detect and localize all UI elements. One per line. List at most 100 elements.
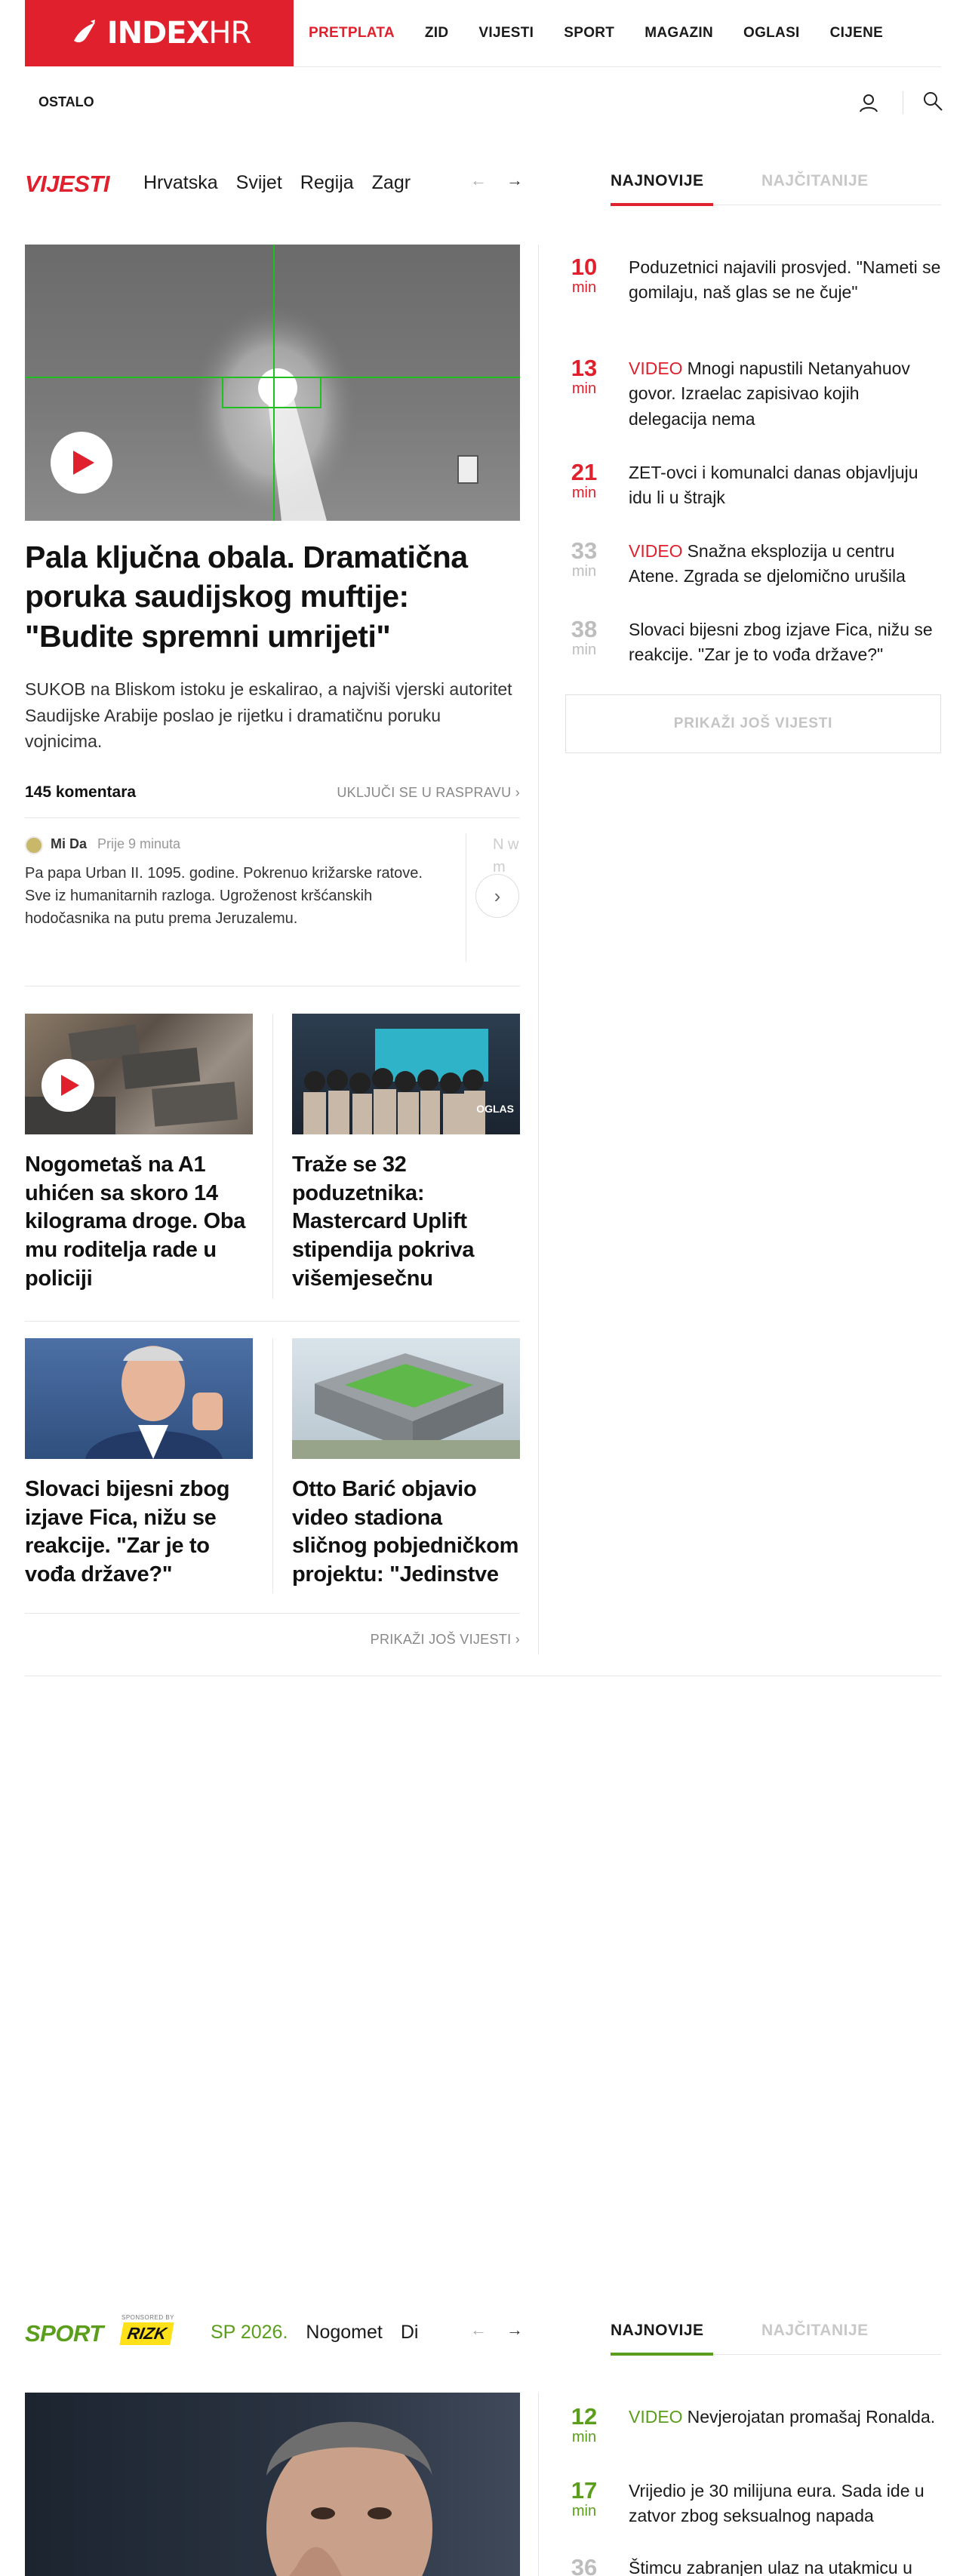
tab-regija[interactable]: Regija [300, 172, 354, 194]
card-separator [272, 1338, 273, 1593]
comment-text: Pa papa Urban II. 1095. godine. Pokrenuo… [25, 865, 423, 927]
main-article-title[interactable]: Pala ključna obala. Dramatična poruka sa… [25, 537, 520, 656]
minutes-ago: 36 [571, 2554, 598, 2576]
arrow-right-icon[interactable]: → [506, 171, 523, 190]
show-more-news-button[interactable]: PRIKAŽI JOŠ VIJESTI [565, 694, 941, 753]
minutes-ago: 33 [571, 537, 598, 564]
tab-najcitanije[interactable]: NAJČITANIJE [761, 172, 869, 190]
tab-sp-2026[interactable]: SP 2026. [211, 2322, 288, 2344]
user-icon[interactable] [857, 91, 880, 114]
divider [25, 1613, 520, 1614]
card-image [25, 1338, 253, 1459]
play-icon[interactable] [42, 1059, 94, 1112]
sport-list-tabs: NAJNOVIJE NAJČITANIJE [611, 2310, 941, 2356]
nav-magazin[interactable]: MAGAZIN [629, 25, 728, 42]
sub-navigation: OSTALO [25, 67, 944, 137]
video-label: VIDEO [629, 2407, 683, 2427]
tab-nogomet[interactable]: Nogomet [306, 2322, 382, 2344]
chevron-right-icon[interactable]: › [475, 874, 519, 918]
list-item-title: Slovaci bijesni zbog izjave Fica, nižu s… [629, 620, 933, 665]
list-item-title: ZET-ovci i komunalci danas objavljuju id… [629, 463, 918, 508]
main-article-image[interactable] [25, 245, 520, 521]
video-label: VIDEO [629, 359, 683, 378]
sport-section-header: SPORT SPONSORED BY RIZK SP 2026. Nogomet… [25, 2310, 941, 2356]
list-item-title: Poduzetnici najavili prosvjed. "Nameti s… [629, 257, 941, 303]
nav-vijesti[interactable]: VIJESTI [463, 25, 549, 42]
card-title[interactable]: Slovaci bijesni zbog izjave Fica, nižu s… [25, 1476, 253, 1590]
tab-najcitanije[interactable]: NAJČITANIJE [761, 2322, 869, 2340]
join-discussion-link[interactable]: UKLJUČI SE U RASPRAVU › [337, 785, 520, 801]
nav-sport[interactable]: SPORT [549, 25, 629, 42]
vijesti-section-title[interactable]: VIJESTI [25, 171, 109, 198]
sponsor-badge[interactable]: SPONSORED BY RIZK [119, 2314, 185, 2345]
tab-svijet[interactable]: Svijet [236, 172, 282, 194]
divider [25, 1321, 520, 1322]
list-item-title: Štimcu zabranjen ulaz na utakmicu u [629, 2558, 912, 2576]
tab-najnovije[interactable]: NAJNOVIJE [611, 2322, 704, 2340]
column-divider [538, 245, 539, 1654]
minutes-ago: 13 [571, 355, 598, 381]
card-image: OGLAS [292, 1014, 520, 1134]
arrow-left-icon[interactable]: ← [470, 171, 487, 190]
active-tab-indicator [611, 2353, 713, 2356]
chili-logo-icon [68, 17, 101, 50]
list-item-title: VIDEO Snažna eksplozija u centru Atene. Z… [629, 541, 906, 586]
list-item-title: VIDEO Mnogi napustili Netanyahuov govor. … [629, 359, 910, 429]
arrow-left-icon[interactable]: ← [470, 2320, 487, 2340]
comments-row: 145 komentara UKLJUČI SE U RASPRAVU › [25, 777, 520, 818]
sponsor-caption: SPONSORED BY [122, 2314, 175, 2321]
card-title[interactable]: Otto Barić objavio video stadiona slično… [292, 1476, 520, 1590]
card-title[interactable]: Nogometaš na A1 uhićen sa skoro 14 kilog… [25, 1151, 253, 1293]
minutes-ago: 38 [571, 616, 598, 642]
comment-time: Prije 9 minuta [97, 836, 181, 851]
logo-text: INDEXHR [106, 16, 252, 51]
minutes-unit: min [571, 380, 597, 397]
ad-badge: OGLAS [476, 1103, 514, 1115]
site-logo[interactable]: INDEXHR [25, 0, 294, 66]
show-more-news-link[interactable]: PRIKAŽI JOŠ VIJESTI › [371, 1632, 520, 1648]
comments-count[interactable]: 145 komentara [25, 783, 136, 802]
minutes-ago: 21 [571, 459, 598, 485]
minutes-unit: min [571, 563, 597, 580]
nav-cijene[interactable]: CIJENE [815, 25, 898, 42]
main-article-lead: SUKOB na Bliskom istoku je eskalirao, a … [25, 679, 512, 751]
search-icon[interactable] [921, 90, 944, 112]
list-item-title: Vrijedio je 30 milijuna eura. Sada ide u… [629, 2481, 924, 2526]
comment-author: Mi Da [51, 836, 88, 851]
article-card[interactable]: Nogometaš na A1 uhićen sa skoro 14 kilog… [25, 1014, 253, 1293]
minutes-unit: min [571, 2503, 597, 2519]
sport-section-title[interactable]: SPORT [25, 2320, 103, 2347]
article-card[interactable]: Otto Barić objavio video stadiona slično… [292, 1338, 520, 1590]
rizk-logo: RIZK [119, 2322, 174, 2345]
nav-ostalo[interactable]: OSTALO [38, 94, 94, 110]
minutes-unit: min [571, 2429, 597, 2445]
arrow-right-icon[interactable]: → [506, 2320, 523, 2340]
tab-najnovije[interactable]: NAJNOVIJE [611, 172, 704, 190]
tab-di[interactable]: Di [401, 2322, 419, 2344]
article-card[interactable]: OGLAS Traže se 32 poduzetnika: Mastercar… [292, 1014, 520, 1293]
list-item-title: VIDEONevjerojatan promašaj Ronalda. Fano… [629, 2407, 941, 2427]
minutes-unit: min [571, 279, 597, 296]
card-title[interactable]: Traže se 32 poduzetnika: Mastercard Upli… [292, 1151, 520, 1293]
card-image [25, 1014, 253, 1134]
active-tab-indicator [611, 203, 713, 206]
play-icon[interactable] [51, 432, 112, 494]
minutes-unit: min [571, 642, 597, 658]
card-separator [272, 1014, 273, 1299]
tab-hrvatska[interactable]: Hrvatska [143, 172, 218, 194]
sport-main-image[interactable] [25, 2393, 520, 2576]
nav-zid[interactable]: ZID [410, 25, 464, 42]
minutes-ago: 10 [571, 254, 598, 280]
vijesti-section-header: VIJESTI Hrvatska Svijet Regija Zagr ← → … [25, 160, 941, 206]
sport-category-tabs: SP 2026. Nogomet Di [211, 2322, 475, 2344]
avatar [25, 836, 43, 854]
nav-pretplata[interactable]: PRETPLATA [294, 25, 410, 42]
nav-oglasi[interactable]: OGLASI [728, 25, 815, 42]
column-divider [538, 2393, 539, 2576]
tab-zagreb[interactable]: Zagr [372, 172, 411, 194]
vijesti-list-tabs: NAJNOVIJE NAJČITANIJE [611, 160, 941, 206]
vijesti-category-tabs: Hrvatska Svijet Regija Zagr [143, 172, 475, 194]
video-label: VIDEO [629, 541, 683, 561]
article-card[interactable]: Slovaci bijesni zbog izjave Fica, nižu s… [25, 1338, 253, 1590]
top-navigation: PRETPLATA ZID VIJESTI SPORT MAGAZIN OGLA… [294, 0, 898, 66]
